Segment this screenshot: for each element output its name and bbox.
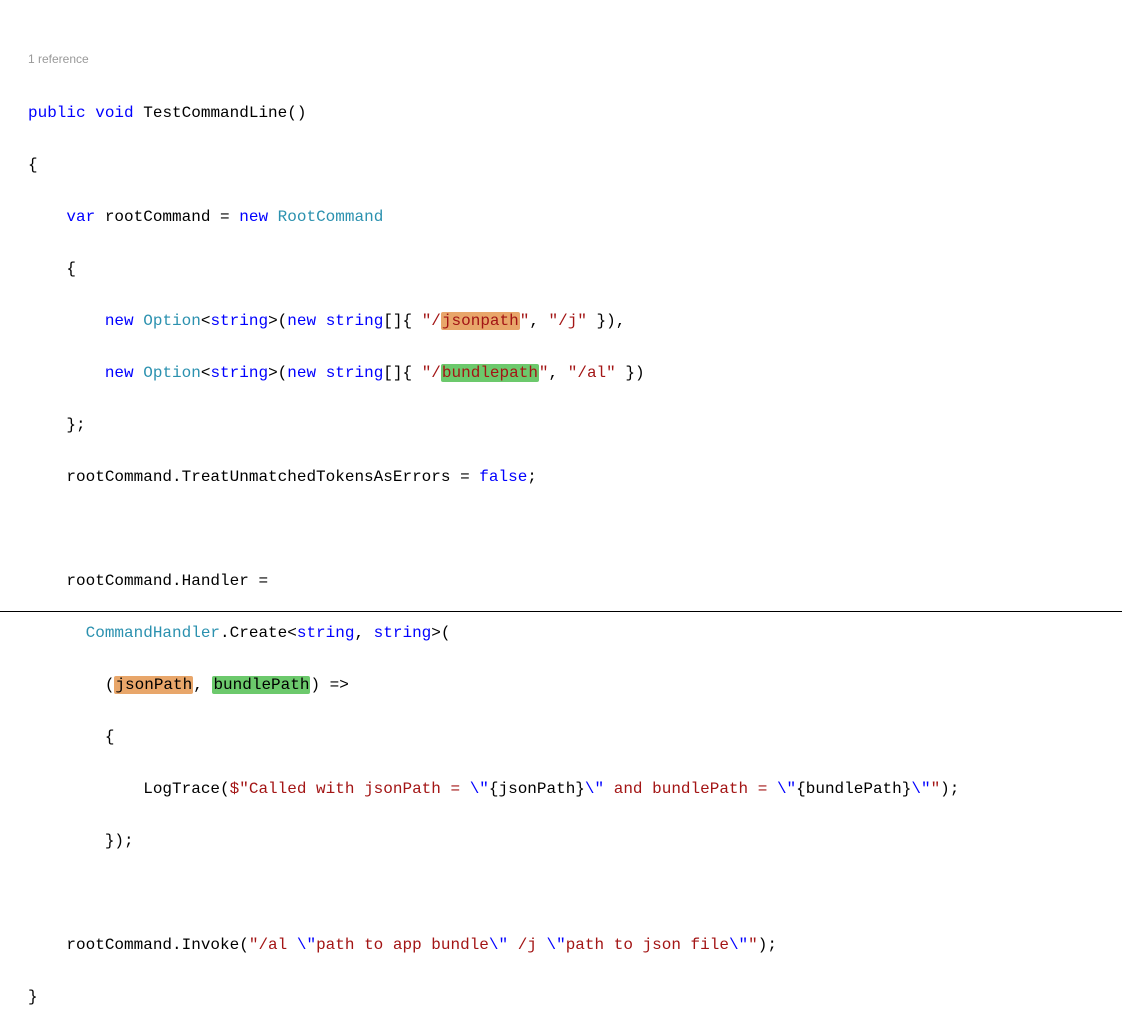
text: ); [940, 780, 959, 798]
highlight-jsonpath-param: jsonPath [114, 676, 193, 694]
text: LogTrace( [143, 780, 229, 798]
highlight-bundlepath-param: bundlePath [212, 676, 310, 694]
text: >( [268, 364, 287, 382]
type-option: Option [143, 312, 201, 330]
keyword-new: new [239, 208, 268, 226]
code-line: CommandHandler.Create<string, string>( [28, 620, 1122, 646]
text: , [354, 624, 373, 642]
string-literal: "/al" [568, 364, 616, 382]
interp: {jsonPath} [489, 780, 585, 798]
brace: { [105, 728, 115, 746]
code-line: { [28, 256, 1122, 282]
code-line: rootCommand.Handler = [28, 568, 1122, 594]
interp: {bundlePath} [796, 780, 911, 798]
brace: { [66, 260, 76, 278]
escape: \" [729, 936, 748, 954]
text: >( [268, 312, 287, 330]
text: ); [758, 936, 777, 954]
text: , [529, 312, 548, 330]
keyword-void: void [95, 104, 133, 122]
string-literal: "/al [249, 936, 297, 954]
string-literal: "/ [422, 364, 441, 382]
code-line: }; [28, 412, 1122, 438]
codelens-references[interactable]: 1 reference [28, 46, 1122, 72]
string-literal: and bundlePath = [604, 780, 777, 798]
text: rootCommand.Handler = [66, 572, 268, 590]
code-line: { [28, 152, 1122, 178]
brace: } [28, 988, 38, 1006]
string-literal: $"Called with jsonPath = [230, 780, 470, 798]
text: rootCommand.Invoke( [66, 936, 248, 954]
code-line: (jsonPath, bundlePath) => [28, 672, 1122, 698]
text: }), [587, 312, 625, 330]
code-line: } [28, 984, 1122, 1010]
keyword-new: new [287, 312, 316, 330]
keyword-string: string [326, 312, 384, 330]
string-literal: " [539, 364, 549, 382]
code-line: public void TestCommandLine() [28, 100, 1122, 126]
text: , [549, 364, 568, 382]
keyword-string: string [297, 624, 355, 642]
keyword-var: var [66, 208, 95, 226]
type-commandhandler: CommandHandler [86, 624, 220, 642]
keyword-string: string [210, 312, 268, 330]
brace: }); [105, 832, 134, 850]
keyword-public: public [28, 104, 86, 122]
text: , [193, 676, 212, 694]
semi: ; [527, 468, 537, 486]
string-literal: " [520, 312, 530, 330]
code-line: LogTrace($"Called with jsonPath = \"{jso… [28, 776, 1122, 802]
string-literal: /j [508, 936, 546, 954]
keyword-new: new [105, 364, 134, 382]
parens: () [287, 104, 306, 122]
angle: < [201, 364, 211, 382]
code-editor: 1 reference public void TestCommandLine(… [0, 0, 1122, 1036]
code-line [28, 516, 1122, 542]
angle: < [201, 312, 211, 330]
string-literal: " [931, 780, 941, 798]
code-line: rootCommand.TreatUnmatchedTokensAsErrors… [28, 464, 1122, 490]
code-line: }); [28, 828, 1122, 854]
code-line: var rootCommand = new RootCommand [28, 204, 1122, 230]
escape: \" [297, 936, 316, 954]
escape: \" [777, 780, 796, 798]
code-line: rootCommand.Invoke("/al \"path to app bu… [28, 932, 1122, 958]
escape: \" [489, 936, 508, 954]
code-line: new Option<string>(new string[]{ "/bundl… [28, 360, 1122, 386]
string-literal: path to json file [566, 936, 729, 954]
brace: }; [66, 416, 85, 434]
keyword-false: false [479, 468, 527, 486]
text: []{ [383, 364, 421, 382]
method-name: TestCommandLine [143, 104, 287, 122]
escape: \" [547, 936, 566, 954]
highlight-bundlepath: bundlepath [441, 364, 539, 382]
paren: ( [105, 676, 115, 694]
text: .Create< [220, 624, 297, 642]
brace: { [28, 156, 38, 174]
highlight-jsonpath: jsonpath [441, 312, 520, 330]
text: ) => [310, 676, 348, 694]
string-literal: "/j" [549, 312, 587, 330]
keyword-string: string [326, 364, 384, 382]
escape: \" [911, 780, 930, 798]
text: []{ [383, 312, 421, 330]
text: >( [431, 624, 450, 642]
escape: \" [470, 780, 489, 798]
keyword-new: new [287, 364, 316, 382]
keyword-string: string [210, 364, 268, 382]
keyword-string: string [374, 624, 432, 642]
code-line: new Option<string>(new string[]{ "/jsonp… [28, 308, 1122, 334]
type-rootcommand: RootCommand [278, 208, 384, 226]
keyword-new: new [105, 312, 134, 330]
text: rootCommand.TreatUnmatchedTokensAsErrors… [66, 468, 479, 486]
type-option: Option [143, 364, 201, 382]
text: rootCommand = [95, 208, 239, 226]
escape: \" [585, 780, 604, 798]
code-line [28, 880, 1122, 906]
string-literal: " [748, 936, 758, 954]
string-literal: path to app bundle [316, 936, 489, 954]
code-line: { [28, 724, 1122, 750]
text: }) [616, 364, 645, 382]
string-literal: "/ [422, 312, 441, 330]
